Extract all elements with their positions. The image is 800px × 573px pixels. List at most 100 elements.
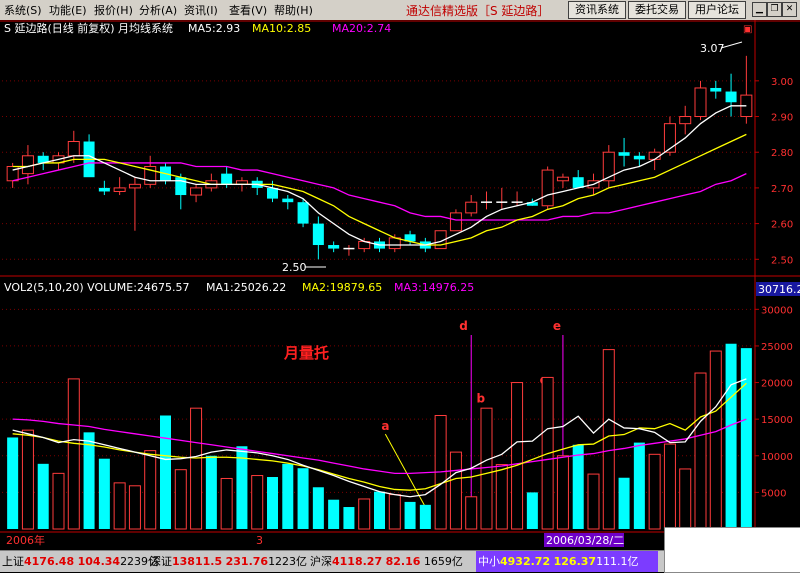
price-tick-label: 2.80 (771, 148, 793, 159)
index-smb[interactable]: 中小4932.72 126.37111.1亿 (478, 551, 639, 572)
volume-bar-down (633, 442, 645, 529)
info-system-button[interactable]: 资讯系统 (568, 1, 626, 19)
marker-e-label: e (553, 319, 561, 333)
candle-down (266, 187, 279, 199)
volume-bar-down (312, 487, 324, 529)
panel-close-icon[interactable]: ▣ (743, 24, 752, 35)
volume-bar-down (282, 463, 294, 529)
candle-up (694, 87, 707, 118)
marker-a-label: a (381, 419, 389, 433)
candle-down (725, 91, 737, 103)
volume-bar-up (679, 468, 692, 530)
candle-down (572, 177, 584, 188)
close-icon[interactable]: ✕ (782, 2, 797, 17)
peak-price-label: 3.07 (700, 42, 725, 55)
candle-up (190, 187, 203, 196)
app-title: 通达信精选版［S 延边路］ (406, 4, 550, 18)
candle-up (113, 187, 126, 192)
annotation-title: 月量托 (283, 344, 329, 362)
vol-ma1-readout: MA1:25026.22 (206, 281, 286, 294)
volume-bar-down (7, 437, 19, 529)
price-tick-label: 2.60 (771, 220, 793, 231)
volume-bar-up (52, 472, 65, 530)
menu-analysis[interactable]: 分析(A) (139, 2, 177, 18)
restore-icon[interactable]: ❐ (767, 2, 782, 17)
volume-bar-down (526, 492, 538, 529)
candle-up (449, 212, 462, 232)
price-tick-label: 3.00 (771, 77, 793, 88)
volume-bar-up (128, 485, 141, 530)
price-tick-label: 2.90 (771, 113, 793, 124)
candle-down (282, 198, 294, 203)
volume-bar-up (480, 407, 493, 530)
ma20-readout: MA20:2.74 (332, 22, 391, 35)
menu-info[interactable]: 资讯(I) (184, 2, 218, 18)
volume-tick-label: 25000 (761, 342, 793, 353)
minimize-icon[interactable]: ▁ (752, 2, 767, 17)
menu-function[interactable]: 功能(E) (49, 2, 87, 18)
trade-button[interactable]: 委托交易 (628, 1, 686, 19)
volume-bar-down (404, 501, 416, 529)
volume-bar-up (602, 349, 615, 530)
x-label-month: 3 (256, 534, 263, 547)
vol-ma2-readout: MA2:19879.65 (302, 281, 382, 294)
volume-bar-down (205, 455, 217, 529)
forum-button[interactable]: 用户论坛 (688, 1, 746, 19)
menu-view[interactable]: 查看(V) (229, 2, 267, 18)
volume-bar-up (251, 475, 264, 530)
candle-up (556, 176, 569, 182)
candle-up (465, 201, 478, 214)
popup-thumbnail[interactable] (664, 527, 800, 573)
volume-bar-up (220, 477, 233, 530)
candle-down (633, 155, 645, 160)
date-readout: 2006/03/28/二 (546, 534, 624, 547)
menu-bar: 系统(S) 功能(E) 报价(H) 分析(A) 资讯(I) 查看(V) 帮助(H… (0, 0, 800, 21)
volume-bar-up (694, 372, 707, 530)
candle-up (541, 169, 554, 207)
menu-help[interactable]: 帮助(H) (274, 2, 313, 18)
candle-down (710, 87, 722, 92)
volume-bar-up (511, 382, 524, 530)
low-price-label: 2.50 (282, 261, 307, 274)
candle-up (679, 116, 692, 125)
volume-top-readout: 30716.2 (758, 283, 800, 296)
volume-bar-down (328, 499, 340, 529)
candle-up (388, 237, 401, 250)
volume-tick-label: 30000 (761, 305, 793, 316)
volume-bar-up (67, 378, 80, 530)
index-sh[interactable]: 上证4176.48 104.342239亿 (2, 551, 159, 572)
volume-bar-up (663, 443, 676, 530)
candle-down (221, 173, 233, 185)
volume-tick-label: 5000 (761, 488, 786, 499)
volume-bar-down (266, 477, 279, 529)
candle-down (618, 152, 630, 156)
ma10-readout: MA10:2.85 (252, 22, 311, 35)
volume-bar-down (98, 458, 110, 529)
index-hs[interactable]: 沪深4118.27 82.16 1659亿 (310, 551, 463, 572)
candle-up (67, 141, 80, 157)
x-label-year: 2006年 (6, 533, 45, 547)
marker-d-label: d (459, 319, 468, 333)
volume-bar-down (159, 415, 172, 529)
candle-down (98, 187, 110, 192)
vol-ma3-readout: MA3:14976.25 (394, 281, 474, 294)
volume-bar-up (21, 429, 34, 530)
volume-tick-label: 10000 (761, 452, 793, 463)
candle-down (312, 223, 324, 246)
volume-bar-down (618, 477, 630, 529)
candle-down (175, 177, 187, 196)
candle-down (328, 245, 340, 249)
volume-bar-up (144, 450, 157, 530)
menu-quote[interactable]: 报价(H) (94, 2, 133, 18)
volume-bar-down (297, 468, 309, 529)
candle-up (128, 183, 141, 189)
volume-bar-up (648, 453, 661, 530)
volume-bar-up (113, 482, 126, 530)
volume-bar-up (709, 350, 722, 530)
menu-system[interactable]: 系统(S) (4, 2, 42, 18)
volume-bar-up (449, 451, 462, 530)
index-sz[interactable]: 深证13811.5 231.761223亿 (150, 551, 307, 572)
volume-bar-up (556, 455, 569, 530)
candle-down (297, 202, 309, 224)
stock-chart[interactable]: S 延边路(日线 前复权) 月均线系统 MA5:2.93 MA10:2.85 M… (0, 20, 800, 550)
